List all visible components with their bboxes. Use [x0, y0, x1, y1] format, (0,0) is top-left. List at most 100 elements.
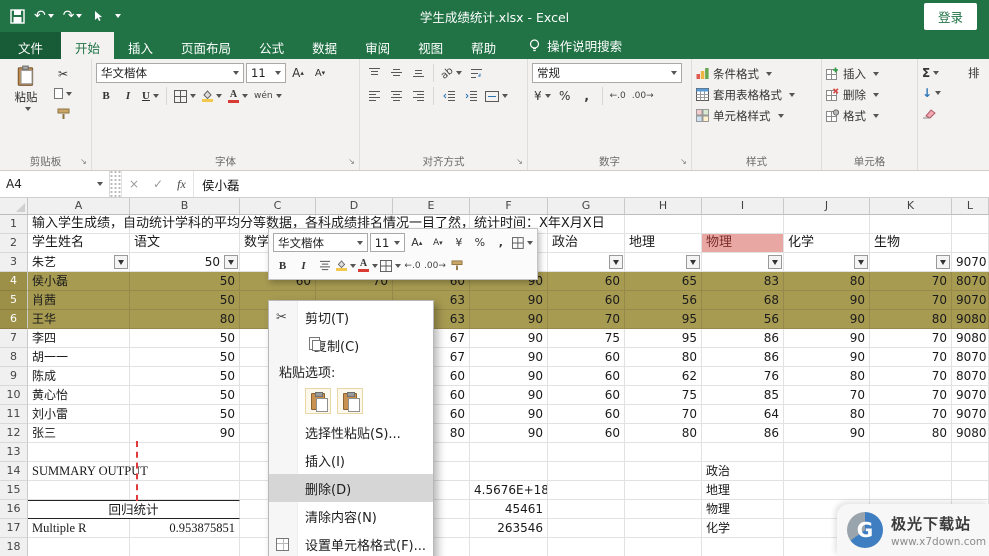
cell-A10[interactable]: 黄心怡 [28, 386, 130, 405]
cell-B4[interactable]: 50 [130, 272, 240, 291]
number-format-combo[interactable]: 常规 [532, 63, 682, 83]
cell-J5[interactable]: 90 [784, 291, 870, 310]
font-color-button[interactable]: A [226, 86, 250, 106]
cell-J9[interactable]: 80 [784, 367, 870, 386]
row-header-17[interactable]: 17 [0, 519, 28, 538]
cell-I12[interactable]: 86 [702, 424, 784, 443]
cell-K6[interactable]: 80 [870, 310, 952, 329]
cell-F15[interactable]: 4.5676E+18 [470, 481, 548, 500]
cell-H13[interactable] [625, 443, 702, 462]
align-right-icon[interactable] [408, 86, 428, 106]
paste-keep-formatting-icon[interactable] [305, 388, 331, 414]
mini-percent-icon[interactable]: % [470, 233, 489, 252]
cell-B6[interactable]: 80 [130, 310, 240, 329]
row-header-16[interactable]: 16 [0, 500, 28, 519]
menu-copy[interactable]: 复制(C) [269, 331, 433, 359]
cell-I2[interactable]: 物理 [702, 234, 784, 253]
menu-paste-options[interactable] [269, 384, 433, 418]
number-dialog-launcher-icon[interactable] [678, 157, 689, 168]
cell-H14[interactable] [625, 462, 702, 481]
tell-me-search[interactable]: 操作说明搜索 [528, 32, 622, 59]
italic-button[interactable]: I [118, 86, 138, 106]
cell-G11[interactable]: 60 [548, 405, 625, 424]
col-header-G[interactable]: G [548, 198, 625, 215]
cell-I10[interactable]: 85 [702, 386, 784, 405]
mini-increase-font-icon[interactable]: A▴ [407, 233, 426, 252]
cell-L4[interactable]: 8070 [952, 272, 989, 291]
format-cells-button[interactable]: 格式 [826, 105, 913, 126]
cell-B10[interactable]: 50 [130, 386, 240, 405]
cell-A17[interactable]: Multiple R [28, 519, 130, 538]
cell-B7[interactable]: 50 [130, 329, 240, 348]
touch-mouse-mode-icon[interactable] [91, 10, 104, 23]
cell-J3[interactable] [784, 253, 870, 272]
name-box-caret-icon[interactable] [97, 182, 103, 186]
cell-K7[interactable]: 70 [870, 329, 952, 348]
cell-J7[interactable]: 90 [784, 329, 870, 348]
row-header-11[interactable]: 11 [0, 405, 28, 424]
cell-A8[interactable]: 胡一一 [28, 348, 130, 367]
cell-H8[interactable]: 80 [625, 348, 702, 367]
cell-I14[interactable]: 政治 [702, 462, 784, 481]
cell-L2[interactable] [952, 234, 989, 253]
cell-G2[interactable]: 政治 [548, 234, 625, 253]
cell-K1[interactable] [870, 215, 952, 234]
cell-K10[interactable]: 70 [870, 386, 952, 405]
underline-button[interactable]: U [140, 86, 161, 106]
cell-J14[interactable] [784, 462, 870, 481]
cell-F13[interactable] [470, 443, 548, 462]
borders-button[interactable] [172, 86, 198, 106]
cell-I6[interactable]: 56 [702, 310, 784, 329]
cell-I17[interactable]: 化学 [702, 519, 784, 538]
increase-font-size-icon[interactable]: A▴ [288, 63, 308, 83]
cell-A12[interactable]: 张三 [28, 424, 130, 443]
cell-K15[interactable] [870, 481, 952, 500]
cell-B17[interactable]: 0.953875851 [130, 519, 240, 538]
cell-G8[interactable]: 60 [548, 348, 625, 367]
cell-K9[interactable]: 70 [870, 367, 952, 386]
cell-B15[interactable] [130, 481, 240, 500]
mini-format-painter-button[interactable] [448, 256, 467, 275]
filter-button-I3[interactable] [768, 255, 782, 269]
align-center-icon[interactable] [386, 86, 406, 106]
filter-button-H3[interactable] [686, 255, 700, 269]
col-header-H[interactable]: H [625, 198, 702, 215]
cell-I15[interactable]: 地理 [702, 481, 784, 500]
font-size-combo[interactable]: 11 [246, 63, 286, 83]
mini-font-color-button[interactable]: A [358, 256, 378, 275]
enter-button[interactable]: ✓ [146, 171, 170, 197]
cell-L8[interactable]: 8070 [952, 348, 989, 367]
cell-J6[interactable]: 90 [784, 310, 870, 329]
filter-button-J3[interactable] [854, 255, 868, 269]
cell-G14[interactable] [548, 462, 625, 481]
tab-data[interactable]: 数据 [298, 32, 351, 59]
align-left-icon[interactable] [364, 86, 384, 106]
row-header-14[interactable]: 14 [0, 462, 28, 481]
col-header-J[interactable]: J [784, 198, 870, 215]
col-header-F[interactable]: F [470, 198, 548, 215]
undo-icon[interactable]: ↶ [34, 9, 54, 23]
copy-button[interactable] [52, 85, 74, 102]
col-header-I[interactable]: I [702, 198, 784, 215]
font-dialog-launcher-icon[interactable] [346, 157, 357, 168]
cell-G6[interactable]: 70 [548, 310, 625, 329]
insert-cells-button[interactable]: 插入 [826, 63, 913, 84]
row-header-10[interactable]: 10 [0, 386, 28, 405]
col-header-D[interactable]: D [316, 198, 393, 215]
row-header-15[interactable]: 15 [0, 481, 28, 500]
customize-qat-icon[interactable] [113, 14, 121, 18]
cell-L14[interactable] [952, 462, 989, 481]
cell-A5[interactable]: 肖茜 [28, 291, 130, 310]
cell-L10[interactable]: 9070 [952, 386, 989, 405]
increase-indent-icon[interactable] [461, 86, 481, 106]
conditional-formatting-button[interactable]: 条件格式 [696, 63, 817, 84]
cell-K12[interactable]: 80 [870, 424, 952, 443]
col-header-K[interactable]: K [870, 198, 952, 215]
cell-G4[interactable]: 60 [548, 272, 625, 291]
cell-K2[interactable]: 生物 [870, 234, 952, 253]
cell-H11[interactable]: 70 [625, 405, 702, 424]
cell-A1[interactable]: 输入学生成绩，自动统计学科的平均分等数据，各科成绩排名情况一目了然，统计时间：X… [28, 215, 130, 234]
cell-I3[interactable] [702, 253, 784, 272]
cell-K11[interactable]: 70 [870, 405, 952, 424]
cell-K4[interactable]: 70 [870, 272, 952, 291]
